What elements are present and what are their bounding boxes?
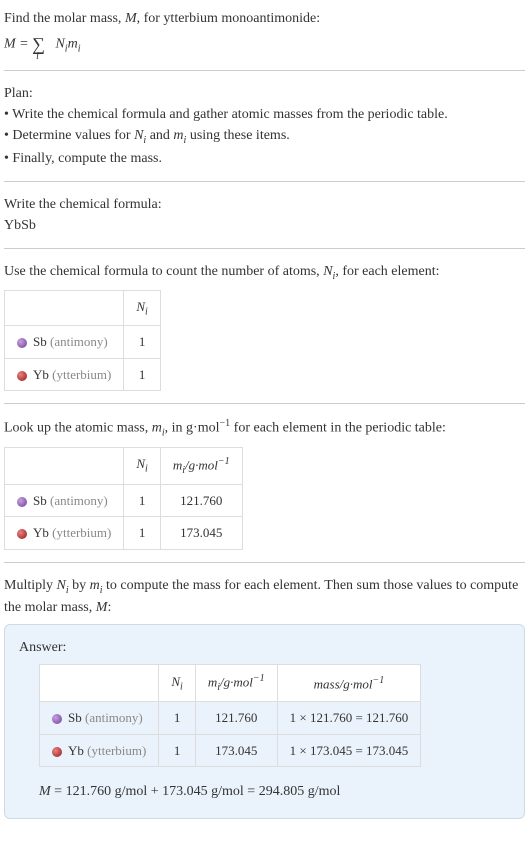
element-cell: Sb (antimony)	[5, 326, 124, 359]
table-row: Sb (antimony) 1 121.760 1 × 121.760 = 12…	[40, 702, 421, 735]
intro-formula: M = ∑i Nimi	[4, 31, 525, 58]
plan-bullet-3: • Finally, compute the mass.	[4, 148, 525, 169]
col-mass: mass/g·mol−1	[277, 665, 421, 702]
n-cell: 1	[124, 484, 160, 517]
intro-text-1: Find the molar mass,	[4, 11, 125, 26]
col-N: Ni	[124, 447, 160, 484]
n-cell: 1	[124, 326, 160, 359]
element-dot-icon	[52, 714, 62, 724]
table-row: Yb (ytterbium) 1 173.045	[5, 517, 243, 550]
table-row: Sb (antimony) 1 121.760	[5, 484, 243, 517]
m-cell: 121.760	[160, 484, 242, 517]
element-cell: Yb (ytterbium)	[5, 358, 124, 391]
plan-bullet-2: • Determine values for Ni and mi using t…	[4, 125, 525, 148]
col-m: mi/g·mol−1	[195, 665, 277, 702]
answer-final: M = 121.760 g/mol + 173.045 g/mol = 294.…	[39, 781, 510, 802]
n-cell: 1	[124, 358, 160, 391]
n-cell: 1	[159, 734, 195, 767]
answer-table: Ni mi/g·mol−1 mass/g·mol−1 Sb (antimony)…	[39, 664, 421, 767]
col-N: Ni	[124, 290, 160, 326]
formula-M: M =	[4, 37, 32, 52]
answer-box: Answer: Ni mi/g·mol−1 mass/g·mol−1 Sb (a…	[4, 624, 525, 819]
col-element-blank	[5, 290, 124, 326]
table-row: Yb (ytterbium) 1	[5, 358, 161, 391]
m-cell: 173.045	[160, 517, 242, 550]
col-element-blank	[40, 665, 159, 702]
n-cell: 1	[159, 702, 195, 735]
table-row: Sb (antimony) 1	[5, 326, 161, 359]
element-dot-icon	[17, 529, 27, 539]
step1-formula: YbSb	[4, 215, 525, 236]
m-cell: 173.045	[195, 734, 277, 767]
element-dot-icon	[17, 497, 27, 507]
step3-section: Look up the atomic mass, mi, in g·mol−1 …	[4, 416, 525, 562]
step4-heading: Multiply Ni by mi to compute the mass fo…	[4, 575, 525, 619]
col-element-blank	[5, 447, 124, 484]
table-header-row: Ni mi/g·mol−1	[5, 447, 243, 484]
step3-heading: Look up the atomic mass, mi, in g·mol−1 …	[4, 416, 525, 440]
mass-cell: 1 × 173.045 = 173.045	[277, 734, 421, 767]
col-N: Ni	[159, 665, 195, 702]
intro-M: M	[125, 11, 137, 26]
step4-section: Multiply Ni by mi to compute the mass fo…	[4, 575, 525, 832]
plan-bullet-1: • Write the chemical formula and gather …	[4, 104, 525, 125]
formula-mi: m	[68, 37, 78, 52]
intro-section: Find the molar mass, M, for ytterbium mo…	[4, 8, 525, 71]
table-header-row: Ni	[5, 290, 161, 326]
mass-cell: 1 × 121.760 = 121.760	[277, 702, 421, 735]
step1-section: Write the chemical formula: YbSb	[4, 194, 525, 249]
step2-table: Ni Sb (antimony) 1 Yb (ytterbium) 1	[4, 290, 161, 392]
m-cell: 121.760	[195, 702, 277, 735]
intro-line: Find the molar mass, M, for ytterbium mo…	[4, 8, 525, 29]
col-m: mi/g·mol−1	[160, 447, 242, 484]
n-cell: 1	[124, 517, 160, 550]
element-dot-icon	[52, 747, 62, 757]
element-dot-icon	[17, 338, 27, 348]
step1-heading: Write the chemical formula:	[4, 194, 525, 215]
plan-heading: Plan:	[4, 83, 525, 104]
element-cell: Sb (antimony)	[5, 484, 124, 517]
element-cell: Yb (ytterbium)	[5, 517, 124, 550]
element-cell: Sb (antimony)	[40, 702, 159, 735]
answer-label: Answer:	[19, 637, 510, 658]
formula-Ni: N	[52, 37, 65, 52]
step3-table: Ni mi/g·mol−1 Sb (antimony) 1 121.760 Yb…	[4, 447, 243, 550]
element-cell: Yb (ytterbium)	[40, 734, 159, 767]
sigma-icon: ∑i	[32, 31, 45, 58]
step2-heading: Use the chemical formula to count the nu…	[4, 261, 525, 284]
step2-section: Use the chemical formula to count the nu…	[4, 261, 525, 404]
plan-section: Plan: • Write the chemical formula and g…	[4, 83, 525, 182]
table-header-row: Ni mi/g·mol−1 mass/g·mol−1	[40, 665, 421, 702]
element-dot-icon	[17, 371, 27, 381]
intro-text-2: , for ytterbium monoantimonide:	[137, 11, 321, 26]
table-row: Yb (ytterbium) 1 173.045 1 × 173.045 = 1…	[40, 734, 421, 767]
